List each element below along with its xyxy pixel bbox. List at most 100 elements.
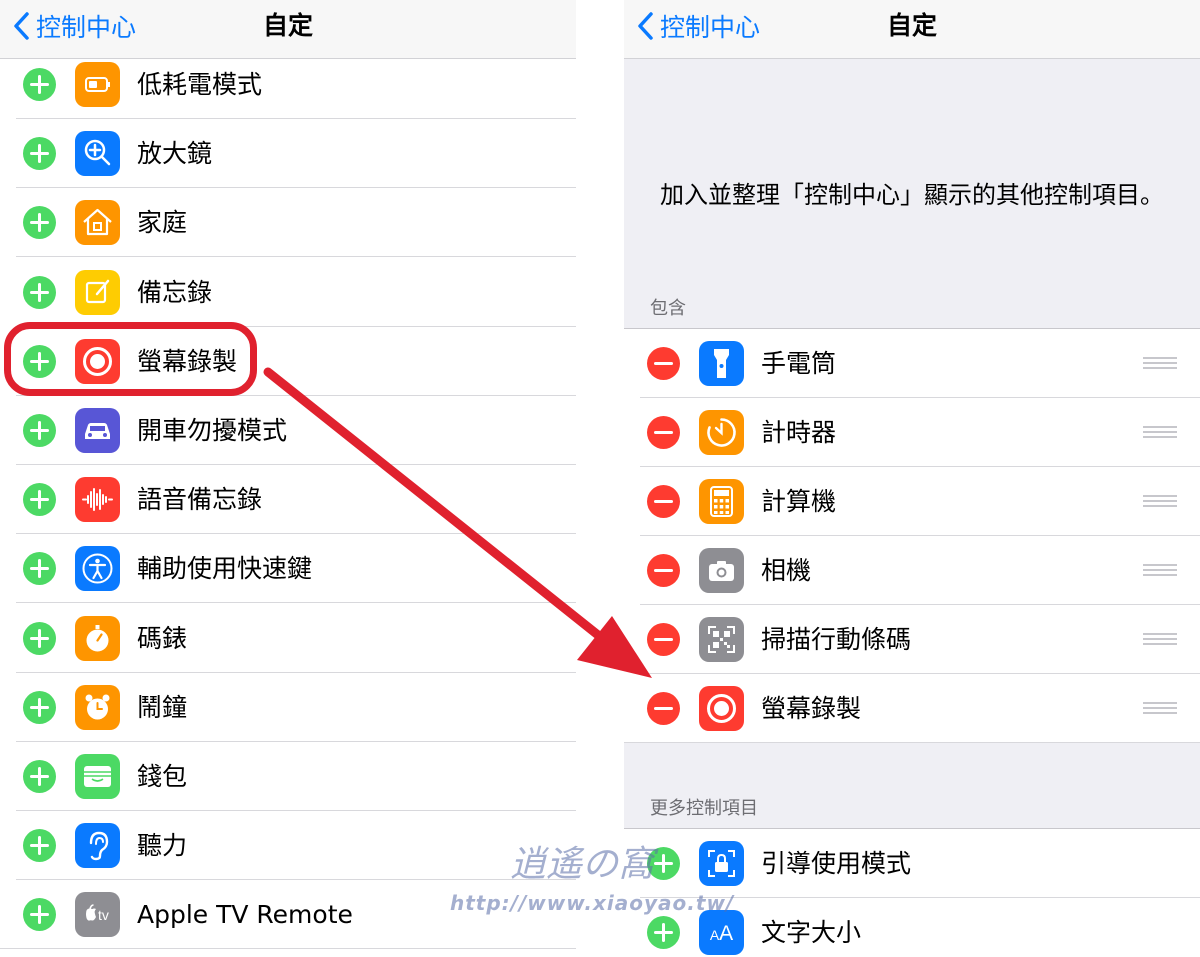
reorder-handle-icon[interactable] xyxy=(1143,426,1177,440)
plus-icon xyxy=(30,836,49,856)
list-item-label: 錢包 xyxy=(137,762,188,791)
list-item-label: 放大鏡 xyxy=(137,139,213,169)
list-item[interactable]: 掃描行動條碼 xyxy=(624,605,1200,674)
right-panel: 控制中心 自定 加入並整理「控制中心」顯示的其他控制項目。 包含 手電筒計時器計… xyxy=(624,0,1200,957)
plus-icon xyxy=(30,559,49,579)
add-button[interactable] xyxy=(23,414,56,447)
list-item[interactable]: 計算機 xyxy=(624,467,1200,536)
add-button[interactable] xyxy=(23,552,56,586)
list-item-label: 螢幕錄製 xyxy=(761,694,862,723)
left-panel: 低耗電模式 放大鏡 家庭 備忘錄 螢幕錄製 開車勿擾模式 語音備忘錄 輔助使用快速鍵 碼錶 鬧鐘錢… xyxy=(0,0,576,957)
list-item-label: 引導使用模式 xyxy=(761,849,912,878)
list-item[interactable]: 碼錶 xyxy=(0,603,576,673)
section-header-more: 更多控制項目 xyxy=(650,798,758,819)
home-icon xyxy=(75,200,120,246)
watermark: 逍遙の窩 http://www.xiaoyao.tw/ xyxy=(440,835,733,925)
list-item-label: 家庭 xyxy=(137,208,188,238)
list-item[interactable]: 鬧鐘 xyxy=(0,672,576,742)
list-item[interactable]: 低耗電模式 xyxy=(0,50,576,119)
add-button[interactable] xyxy=(23,621,56,655)
list-item[interactable]: 相機 xyxy=(624,536,1200,605)
add-button[interactable] xyxy=(23,68,56,101)
car-icon xyxy=(75,408,120,453)
list-item-label: 碼錶 xyxy=(137,623,188,653)
list-item[interactable]: 螢幕錄製 xyxy=(624,674,1200,743)
screen-record-icon xyxy=(699,686,744,731)
list-item-label: 語音備忘錄 xyxy=(137,485,263,515)
plus-icon xyxy=(30,213,49,233)
minus-icon xyxy=(654,707,673,710)
remove-button[interactable] xyxy=(647,485,680,518)
voice-memo-icon xyxy=(75,477,120,523)
description-text: 加入並整理「控制中心」顯示的其他控制項目。 xyxy=(660,181,1164,209)
list-item-label: 聽力 xyxy=(137,831,188,861)
list-item[interactable]: 放大鏡 xyxy=(0,119,576,189)
minus-icon xyxy=(654,431,673,434)
add-button[interactable] xyxy=(23,760,56,793)
remove-button[interactable] xyxy=(647,554,680,587)
list-item-label: 低耗電模式 xyxy=(137,70,263,99)
plus-icon xyxy=(30,75,49,94)
add-button[interactable] xyxy=(23,206,56,240)
section-header-included: 包含 xyxy=(650,298,686,319)
navigation-bar: 控制中心 自定 xyxy=(0,0,576,59)
plus-icon xyxy=(30,282,49,302)
battery-icon xyxy=(75,62,120,107)
magnifier-icon xyxy=(75,131,120,177)
list-item-label: Apple TV Remote xyxy=(137,900,353,930)
list-item-label: 計時器 xyxy=(761,418,837,447)
list-item[interactable]: 計時器 xyxy=(624,398,1200,467)
minus-icon xyxy=(654,362,673,365)
list-item[interactable]: 開車勿擾模式 xyxy=(0,396,576,465)
plus-icon xyxy=(30,490,49,510)
list-item[interactable]: 備忘錄 xyxy=(0,257,576,327)
row-divider xyxy=(624,742,1200,743)
accessibility-icon xyxy=(75,546,120,592)
plus-icon xyxy=(30,905,49,925)
camera-icon xyxy=(699,548,744,593)
reorder-handle-icon[interactable] xyxy=(1143,633,1177,647)
svg-text:AA: AA xyxy=(710,922,733,945)
reorder-handle-icon[interactable] xyxy=(1143,564,1177,578)
remove-button[interactable] xyxy=(647,623,680,656)
add-button[interactable] xyxy=(23,137,56,171)
plus-icon xyxy=(30,697,49,717)
timer-icon xyxy=(699,410,744,455)
minus-icon xyxy=(654,638,673,641)
list-item-label: 文字大小 xyxy=(761,918,862,947)
add-button[interactable] xyxy=(23,483,56,517)
ear-icon xyxy=(75,823,120,869)
list-item[interactable]: 手電筒 xyxy=(624,329,1200,398)
watermark-url: http://www.xiaoyao.tw/ xyxy=(450,891,735,915)
qr-code-icon xyxy=(699,617,744,662)
plus-icon xyxy=(30,144,49,164)
add-button[interactable] xyxy=(23,275,56,309)
apple-tv-icon: tv xyxy=(75,892,120,938)
list-item[interactable]: 輔助使用快速鍵 xyxy=(0,534,576,604)
notes-icon xyxy=(75,269,120,315)
add-button[interactable] xyxy=(23,829,56,863)
alarm-icon xyxy=(75,684,120,730)
reorder-handle-icon[interactable] xyxy=(1143,495,1177,509)
flashlight-icon xyxy=(699,341,744,386)
wallet-icon xyxy=(75,754,120,799)
calculator-icon xyxy=(699,479,744,524)
list-item[interactable]: 錢包 xyxy=(0,742,576,811)
plus-icon xyxy=(30,421,49,440)
navigation-bar: 控制中心 自定 xyxy=(624,0,1200,59)
remove-button[interactable] xyxy=(647,416,680,449)
list-item-label: 鬧鐘 xyxy=(137,692,188,722)
plus-icon xyxy=(30,628,49,648)
list-item-label: 開車勿擾模式 xyxy=(137,416,288,445)
reorder-handle-icon[interactable] xyxy=(1143,702,1177,716)
add-button[interactable] xyxy=(23,690,56,724)
remove-button[interactable] xyxy=(647,347,680,380)
minus-icon xyxy=(654,569,673,572)
list-item-label: 手電筒 xyxy=(761,349,837,378)
remove-button[interactable] xyxy=(647,692,680,725)
list-item[interactable]: 語音備忘錄 xyxy=(0,465,576,535)
reorder-handle-icon[interactable] xyxy=(1143,357,1177,371)
add-button[interactable] xyxy=(23,898,56,932)
list-item[interactable]: 家庭 xyxy=(0,188,576,258)
list-item-label: 輔助使用快速鍵 xyxy=(137,554,313,584)
